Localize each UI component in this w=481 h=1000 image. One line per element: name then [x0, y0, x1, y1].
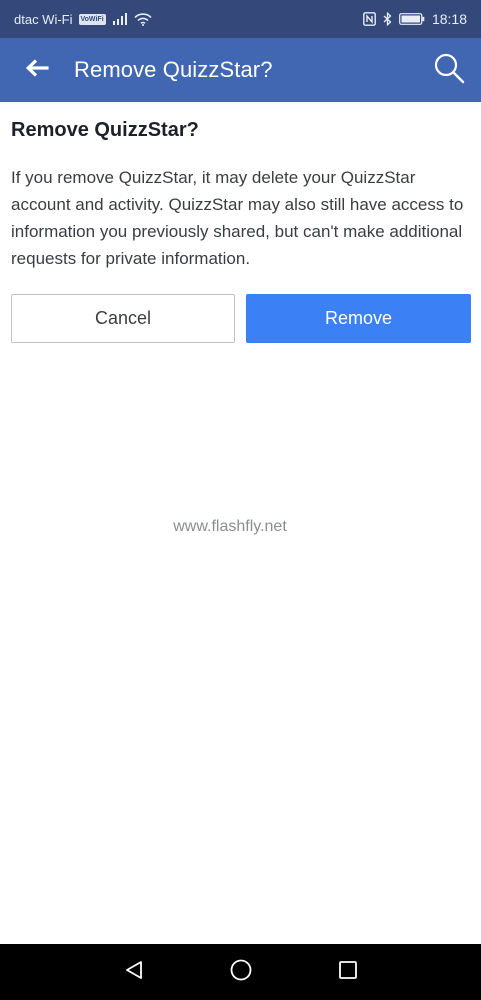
dialog-title: Remove QuizzStar? — [11, 119, 199, 141]
battery-icon — [399, 13, 425, 25]
app-bar-title: Remove QuizzStar? — [74, 57, 273, 82]
status-right: 18:18 — [363, 11, 467, 27]
nav-back-button[interactable] — [114, 952, 154, 992]
back-button[interactable] — [0, 38, 74, 102]
cancel-button[interactable]: Cancel — [11, 294, 236, 343]
clock: 18:18 — [431, 11, 467, 27]
dialog-content: Remove QuizzStar? If you remove QuizzSta… — [11, 102, 471, 343]
arrow-left-icon — [25, 58, 49, 83]
triangle-back-icon — [123, 959, 145, 986]
remove-button[interactable]: Remove — [246, 294, 471, 343]
app-bar: Remove QuizzStar? — [0, 38, 481, 102]
dialog-body: If you remove QuizzStar, it may delete y… — [11, 168, 464, 268]
search-icon — [433, 52, 465, 89]
navigation-bar — [0, 944, 481, 1000]
search-button[interactable] — [417, 38, 481, 102]
signal-icon — [112, 13, 128, 25]
status-bar: dtac Wi-Fi VoWiFi 18:18 — [0, 0, 481, 38]
vowifi-badge: VoWiFi — [78, 13, 106, 25]
bluetooth-icon — [383, 12, 392, 26]
square-recents-icon — [338, 960, 358, 985]
status-left: dtac Wi-Fi VoWiFi — [14, 12, 152, 27]
wifi-icon — [134, 12, 152, 26]
circle-home-icon — [229, 958, 253, 987]
nav-recents-button[interactable] — [328, 952, 368, 992]
carrier-label: dtac Wi-Fi — [14, 11, 73, 27]
button-row: Cancel Remove — [11, 294, 471, 343]
nfc-icon — [363, 12, 376, 26]
nav-home-button[interactable] — [221, 952, 261, 992]
watermark: www.flashfly.net — [173, 518, 287, 535]
